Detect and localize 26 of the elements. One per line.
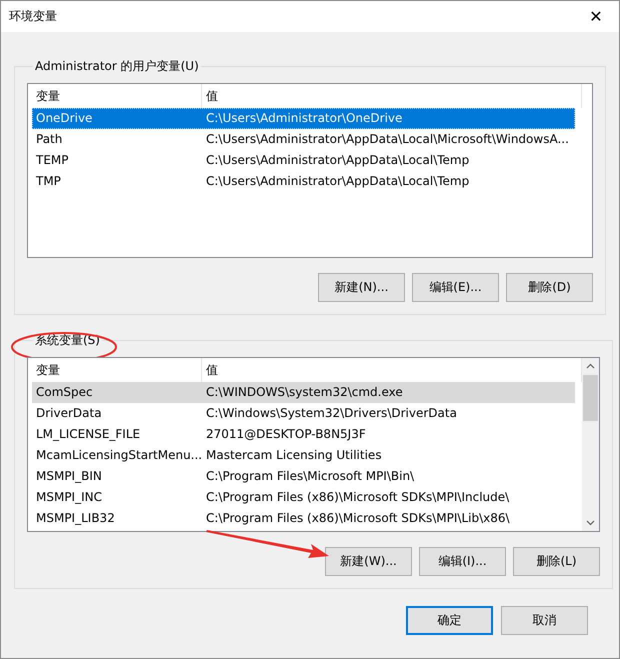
list-view[interactable] — [27, 83, 593, 258]
list-row[interactable]: TMP C:\Users\Administrator\AppData\Local\Temp — [32, 171, 575, 192]
list-row[interactable]: McamLicensingStartMenu... Mastercam Licensing Utilities — [32, 445, 575, 466]
close-button[interactable]: ✕ — [573, 1, 619, 32]
dialog-button[interactable]: 确定 — [406, 606, 493, 635]
action-button[interactable]: 新建(W)... — [325, 547, 412, 576]
list-row[interactable]: Path C:\Users\Administrator\AppData\Local\Microsoft\WindowsA... — [32, 129, 575, 150]
list-row[interactable]: LM_LICENSE_FILE 27011@DESKTOP-B8N5J3F — [32, 424, 575, 445]
list-row[interactable]: ComSpec C:\WINDOWS\system32\cmd.exe — [32, 382, 575, 403]
action-button[interactable]: 编辑(I)... — [419, 547, 506, 576]
scroll-thumb[interactable] — [583, 375, 598, 421]
list-view[interactable] — [27, 357, 600, 532]
list-row[interactable]: MSMPI_BIN C:\Program Files\Microsoft MPI\Bin\ — [32, 466, 575, 487]
list-row[interactable]: TEMP C:\Users\Administrator\AppData\Local\Temp — [32, 150, 575, 171]
scrollbar[interactable] — [582, 358, 599, 531]
list-row[interactable]: MSMPI_INC C:\Program Files (x86)\Microsoft SDKs\MPI\Include\ — [32, 487, 575, 508]
list-row[interactable]: MSMPI_LIB32 C:\Program Files (x86)\Microsoft SDKs\MPI\Lib\x86\ — [32, 508, 575, 529]
group-label: Administrator 的用户变量(U) — [34, 58, 200, 75]
action-button[interactable]: 删除(D) — [506, 273, 593, 302]
list-row[interactable]: DriverData C:\Windows\System32\Drivers\DriverData — [32, 403, 575, 424]
window-title: 环境变量 — [9, 8, 57, 25]
dialog-button[interactable]: 取消 — [501, 606, 588, 635]
action-button[interactable]: 新建(N)... — [318, 273, 405, 302]
list-row[interactable]: OneDrive C:\Users\Administrator\OneDrive — [32, 108, 575, 129]
action-button[interactable]: 编辑(E)... — [412, 273, 499, 302]
action-button[interactable]: 删除(L) — [513, 547, 600, 576]
